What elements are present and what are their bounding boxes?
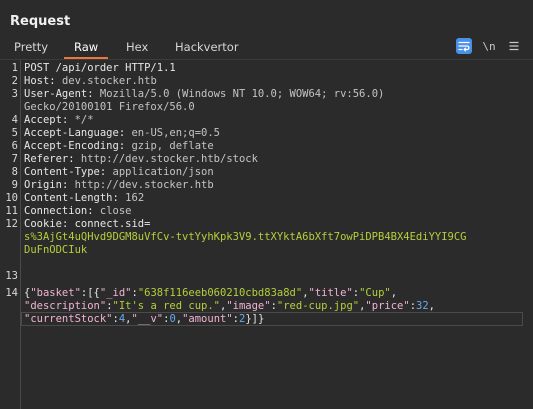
header-key: Content-Type [24,166,100,178]
code-line: 5 Accept-Language: en-US,en;q=0.5 [0,127,533,140]
json-key: "title" [308,287,353,299]
code-line: 10 Content-Length: 162 [0,192,533,205]
line-number: 4 [11,114,18,126]
header-key: Content-Length [24,192,113,204]
header-value: en-US,en;q=0.5 [131,127,220,139]
header-value: http://dev.stocker.htb/stock [80,153,258,165]
json-string: "638f116eeb060210cbd83a8d" [137,287,303,299]
code-line: 6 Accept-Encoding: gzip, deflate [0,140,533,153]
tab-hackvertor[interactable]: Hackvertor [175,37,239,57]
json-key: "currentStock" [24,313,113,325]
line-number: 8 [11,166,18,178]
request-line: POST /api/order HTTP/1.1 [24,62,176,74]
json-string: "Cup" [359,287,391,299]
json-key: "_id" [99,287,132,299]
header-value: close [99,205,132,217]
code-line-continuation: Gecko/20100101 Firefox/56.0 [0,101,533,114]
raw-request-editor[interactable]: 1 POST /api/order HTTP/1.1 2 Host: dev.s… [0,60,533,409]
line-number: 14 [5,287,18,299]
json-body-line: 14 {"basket":[{"_id":"638f116eeb060210cb… [0,287,533,300]
json-key: "basket" [30,287,81,299]
json-string: "It's a red cup." [112,300,220,312]
line-number: 2 [11,75,18,87]
code-line: 8 Content-Type: application/json [0,166,533,179]
code-line: 9 Origin: http://dev.stocker.htb [0,179,533,192]
line-number: 10 [5,192,18,204]
word-wrap-icon[interactable] [456,38,472,54]
header-value: dev.stocker.htb [61,75,157,87]
line-number: 6 [11,140,18,152]
header-key: Connection [24,205,88,217]
header-key: Accept-Encoding [24,140,119,152]
code-line: 11 Connection: close [0,205,533,218]
tab-raw[interactable]: Raw [63,37,109,59]
header-value: Mozilla/5.0 (Windows NT 10.0; WOW64; rv:… [99,88,385,100]
code-line: 2 Host: dev.stocker.htb [0,75,533,88]
cookie-value: DuFnODCIuk [24,244,88,256]
json-key: "description" [24,300,107,312]
code-line: 7 Referer: http://dev.stocker.htb/stock [0,153,533,166]
line-number: 1 [11,62,18,74]
header-value: gzip, deflate [131,140,214,152]
json-key: "price" [365,300,410,312]
header-key: User-Agent [24,88,88,100]
header-value: http://dev.stocker.htb [74,179,214,191]
code-line: 13 [0,270,533,283]
tab-hex[interactable]: Hex [126,37,148,57]
json-string: "red-cup.jpg" [276,300,360,312]
cookie-name: connect.sid= [74,218,151,230]
json-key: "__v" [131,313,164,325]
header-key: Origin [24,179,62,191]
line-number: 13 [5,270,18,282]
line-number: 3 [11,88,18,100]
code-line: 4 Accept: */* [0,114,533,127]
code-line: 3 User-Agent: Mozilla/5.0 (Windows NT 10… [0,88,533,101]
code-line: 1 POST /api/order HTTP/1.1 [0,62,533,75]
header-key: Accept [24,114,62,126]
header-key: Referer [24,153,69,165]
json-number: 32 [416,300,429,312]
code-line-continuation: DuFnODCIuk [0,244,533,257]
line-number: 11 [5,205,18,217]
show-newlines-button[interactable]: \n [481,38,497,54]
view-tabs: Pretty Raw Hex Hackvertor [0,37,533,59]
json-body-continuation: "currentStock":4,"__v":0,"amount":2}]} [24,313,265,325]
line-number: 7 [11,153,18,165]
header-key: Cookie [24,218,62,230]
header-value: application/json [112,166,214,178]
code-line-continuation: s%3AjGt4uQHvd9DGM8uVfCv-tvtYyhKpk3V9.ttX… [0,231,533,244]
tab-pretty[interactable]: Pretty [14,37,48,57]
header-key: Accept-Language [24,127,119,139]
code-line: 12 Cookie: connect.sid= [0,218,533,231]
json-key: "amount" [182,313,233,325]
json-body-continuation: "description":"It's a red cup.","image":… [24,300,435,312]
header-value-continuation: Gecko/20100101 Firefox/56.0 [24,101,195,113]
json-key: "image" [226,300,271,312]
panel-title: Request [10,14,71,29]
line-number: 9 [11,179,18,191]
line-number: 5 [11,127,18,139]
cookie-value: s%3AjGt4uQHvd9DGM8uVfCv-tvtYyhKpk3V9.ttX… [24,231,467,243]
header-key: Host [24,75,50,87]
header-value: */* [74,114,94,126]
header-value: 162 [125,192,145,204]
hamburger-menu-icon[interactable] [506,38,522,54]
line-number: 12 [5,218,18,230]
